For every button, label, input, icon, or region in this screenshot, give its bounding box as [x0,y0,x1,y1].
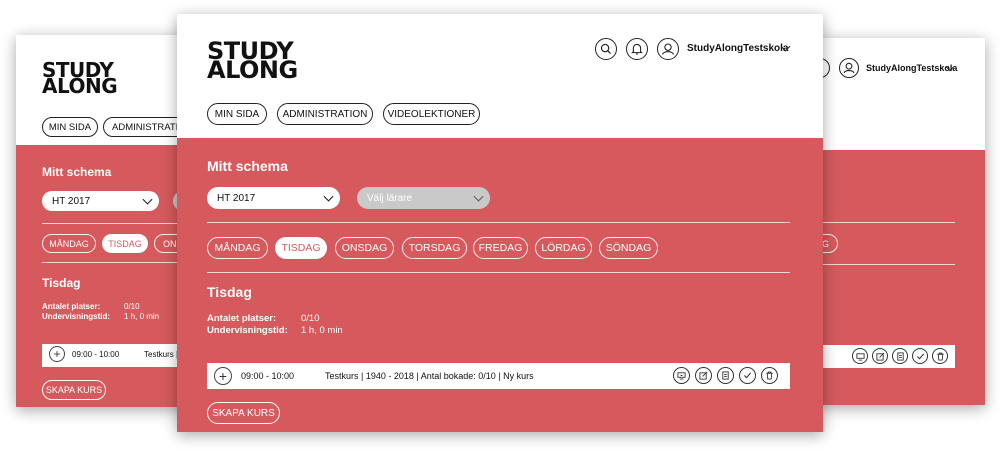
check-icon[interactable] [912,348,928,364]
day-tab-selected[interactable]: TISDAG [102,234,148,253]
course-row[interactable]: + 09:00 - 10:00 Testkurs | [42,344,196,367]
copy-icon[interactable] [717,367,734,384]
day-tab-mandag[interactable]: MÅNDAG [207,237,268,259]
add-icon[interactable]: + [49,346,65,362]
notification-button[interactable] [626,38,648,60]
day-tab-lordag[interactable]: LÖRDAG [535,237,592,259]
search-icon [600,43,611,54]
stat-value: 0/10 [124,302,140,311]
logo: STUDY ALONG [207,37,298,85]
chevron-down-icon [323,191,334,202]
bell-icon [631,43,643,55]
screen-icon[interactable] [673,367,690,384]
avatar[interactable] [839,58,859,78]
day-tab-tisdag[interactable]: TISDAG [275,237,327,259]
stat-value-seats: 0/10 [301,313,320,324]
nav-min-sida[interactable]: MIN SIDA [207,103,267,125]
edit-icon[interactable] [695,367,712,384]
day-tab-sondag[interactable]: SÖNDAG [599,237,658,259]
course-time: 09:00 - 10:00 [72,350,120,359]
stat-label: Antalet platser: [42,302,101,311]
course-row[interactable]: + 09:00 - 10:00 Testkurs | 1940 - 2018 |… [207,363,790,389]
stat-value: 1 h, 0 min [124,312,160,321]
course-description: Testkurs | 1940 - 2018 | Antal bokade: 0… [325,371,534,381]
expand-icon[interactable]: + [214,367,232,385]
schedule-title: Mitt schema [207,158,288,174]
create-course-button[interactable]: SKAPA KURS [42,380,106,400]
course-time: 09:00 - 10:00 [241,371,295,381]
day-tab[interactable]: MÅNDAG [42,234,96,253]
divider [207,222,790,223]
nav-min-sida[interactable]: MIN SIDA [42,117,98,137]
term-select[interactable]: HT 2017 [42,191,159,211]
avatar[interactable] [657,38,679,60]
day-tab-fredag[interactable]: FREDAG [473,237,528,259]
trash-icon[interactable] [761,367,778,384]
nav-administration[interactable]: ADMINISTRATION [277,103,373,125]
copy-icon[interactable] [892,348,908,364]
course-description: Testkurs | [144,350,179,359]
create-course-button[interactable]: SKAPA KURS [207,402,280,424]
divider [207,272,790,273]
day-tab-torsdag[interactable]: TORSDAG [402,237,467,259]
term-select[interactable]: HT 2017 [207,187,340,209]
logo: STUDY ALONG [42,58,118,98]
day-heading: Tisdag [42,276,81,290]
user-name[interactable]: StudyAlongTestskola [866,63,957,73]
edit-icon[interactable] [872,348,888,364]
screen-icon[interactable] [852,348,868,364]
chevron-down-icon [473,191,484,202]
content-area: Mitt schema HT 2017 Välj lärare MÅNDAG T… [177,138,823,432]
stat-label-seats: Antalet platser: [207,313,277,324]
divider [42,223,196,224]
stat-value-teaching-time: 1 h, 0 min [301,325,343,336]
stat-label: Undervisningstid: [42,312,111,321]
search-button[interactable] [595,38,617,60]
teacher-select[interactable]: Välj lärare [357,187,490,209]
trash-icon[interactable] [932,348,948,364]
user-name[interactable]: StudyAlongTestskola [687,43,789,54]
nav-videolektioner[interactable]: VIDEOLEKTIONER [383,103,480,125]
schedule-title: Mitt schema [42,165,112,179]
main-card: STUDY ALONG StudyAlongTestskola MIN SIDA… [177,14,823,432]
content-area: Mitt schema HT 2017 MÅNDAG TISDAG ONS Ti… [16,145,196,407]
day-tab-onsdag[interactable]: ONSDAG [335,237,394,259]
divider [42,262,196,263]
day-heading: Tisdag [207,284,252,300]
check-icon[interactable] [739,367,756,384]
chevron-down-icon [142,194,153,205]
user-icon [662,43,674,55]
user-icon [843,62,855,74]
stat-label-teaching-time: Undervisningstid: [207,325,288,336]
left-preview-card: STUDY ALONG MIN SIDA ADMINISTRATION Mitt… [16,35,196,407]
